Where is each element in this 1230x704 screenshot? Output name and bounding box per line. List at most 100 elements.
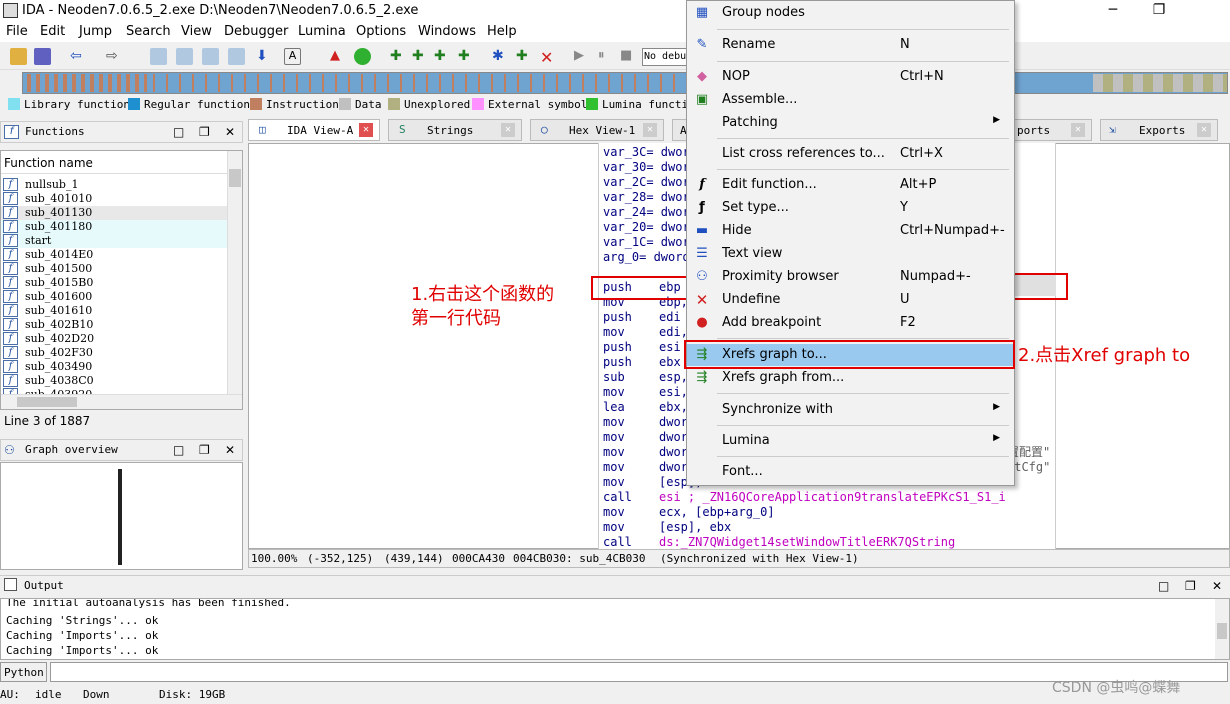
panel-close-button[interactable]: ✕ bbox=[225, 443, 235, 457]
code-line[interactable]: mov edi, bbox=[603, 325, 688, 340]
panel-float-button[interactable]: ❐ bbox=[199, 125, 210, 139]
menu-help[interactable]: Help bbox=[487, 24, 517, 39]
panel-float-button[interactable]: ❐ bbox=[199, 443, 210, 457]
tab-ida-view-a[interactable]: ◫ IDA View-A ✕ bbox=[248, 119, 380, 141]
back-arrow-icon[interactable]: ⇦ bbox=[70, 48, 87, 65]
menu-rename[interactable]: ✎ Rename N bbox=[687, 34, 1014, 56]
save-icon[interactable] bbox=[34, 48, 51, 65]
menu-undefine[interactable]: ✕ Undefine U bbox=[687, 289, 1014, 311]
menu-set-type[interactable]: ƒ Set type... Y bbox=[687, 197, 1014, 219]
tab-imports[interactable]: ports ✕ bbox=[1012, 119, 1092, 141]
delete-x-icon[interactable]: ✕ bbox=[540, 48, 557, 67]
tab-close-icon[interactable]: ✕ bbox=[501, 123, 515, 137]
menu-hide[interactable]: ▬ Hide Ctrl+Numpad+- bbox=[687, 220, 1014, 242]
green-circle-icon[interactable] bbox=[354, 48, 371, 65]
code-line[interactable]: mov[esp], ebx bbox=[603, 520, 731, 535]
function-row[interactable]: f sub_402B10 bbox=[1, 318, 227, 332]
function-row[interactable]: f sub_401600 bbox=[1, 290, 227, 304]
play-icon[interactable]: ▶ bbox=[574, 48, 591, 65]
function-row[interactable]: f sub_4015B0 bbox=[1, 276, 227, 290]
menu-synchronize-with[interactable]: Synchronize with ▶ bbox=[687, 399, 1014, 421]
tab-close-icon[interactable]: ✕ bbox=[1197, 123, 1211, 137]
menu-patching[interactable]: Patching ▶ bbox=[687, 112, 1014, 134]
menu-debugger[interactable]: Debugger bbox=[224, 24, 288, 39]
var-decl[interactable]: var_2C= dwor bbox=[603, 175, 690, 190]
panel-maximize-button[interactable]: □ bbox=[173, 443, 184, 457]
panel-close-button[interactable]: ✕ bbox=[225, 125, 235, 139]
function-row[interactable]: f sub_401500 bbox=[1, 262, 227, 276]
forward-arrow-icon[interactable]: ⇨ bbox=[106, 48, 123, 65]
vertical-scrollbar[interactable] bbox=[227, 151, 242, 394]
function-row[interactable]: f start bbox=[1, 234, 227, 248]
code-line[interactable]: mov esi, bbox=[603, 385, 688, 400]
debugger-select[interactable]: No debu bbox=[642, 48, 687, 66]
add-xref-icon[interactable]: ✱ bbox=[492, 48, 509, 65]
menu-windows[interactable]: Windows bbox=[418, 24, 476, 39]
menu-list-xrefs[interactable]: List cross references to... Ctrl+X bbox=[687, 143, 1014, 165]
tab-strings[interactable]: S Strings ✕ bbox=[388, 119, 522, 141]
code-line[interactable]: mov dwor bbox=[603, 415, 688, 430]
function-row[interactable]: f sub_403490 bbox=[1, 360, 227, 374]
panel-maximize-button[interactable]: □ bbox=[1158, 579, 1169, 593]
binary-search-icon[interactable] bbox=[150, 48, 167, 65]
search-immediate-icon[interactable] bbox=[228, 48, 245, 65]
tab-close-icon[interactable]: ✕ bbox=[1071, 123, 1085, 137]
menu-add-breakpoint[interactable]: ● Add breakpoint F2 bbox=[687, 312, 1014, 334]
menu-assemble[interactable]: ▣ Assemble... bbox=[687, 89, 1014, 111]
function-row[interactable]: f sub_401010 bbox=[1, 192, 227, 206]
function-row[interactable]: f sub_4038C0 bbox=[1, 374, 227, 388]
code-line[interactable]: mov dwor bbox=[603, 460, 688, 475]
tab-hex-view-1[interactable]: ◯ Hex View-1 ✕ bbox=[530, 119, 664, 141]
menu-lumina[interactable]: Lumina bbox=[298, 24, 346, 39]
text-a-icon[interactable]: A bbox=[284, 48, 301, 65]
code-line[interactable]: call esi ; _ZN16QCoreApplication9translat… bbox=[603, 490, 1006, 505]
navigation-band[interactable] bbox=[22, 72, 1228, 94]
tab-close-icon[interactable]: ✕ bbox=[359, 123, 373, 137]
add-func-icon[interactable]: ✚ bbox=[458, 48, 475, 65]
code-line[interactable]: push esi bbox=[603, 340, 681, 355]
tab-exports[interactable]: ⇲ Exports ✕ bbox=[1100, 119, 1218, 141]
function-row[interactable]: f sub_401610 bbox=[1, 304, 227, 318]
horizontal-scrollbar[interactable] bbox=[1, 394, 242, 409]
menu-nop[interactable]: ◆ NOP Ctrl+N bbox=[687, 66, 1014, 88]
code-line[interactable]: call ds:_ZN7QWidget14setWindowTitleERK7QS… bbox=[603, 535, 955, 550]
var-decl[interactable]: var_3C= dwor bbox=[603, 145, 690, 160]
column-function-name[interactable]: Function name bbox=[4, 156, 93, 170]
restore-button[interactable]: ❐ bbox=[1136, 0, 1182, 22]
tab-close-icon[interactable]: ✕ bbox=[643, 123, 657, 137]
output-console[interactable]: The initial autoanalysis has been finish… bbox=[0, 598, 1230, 660]
search-next-icon[interactable] bbox=[202, 48, 219, 65]
menu-group-nodes[interactable]: ▦ Group nodes bbox=[687, 2, 1014, 24]
code-line[interactable]: mov dwor bbox=[603, 430, 688, 445]
function-row[interactable]: f sub_4014E0 bbox=[1, 248, 227, 262]
var-decl[interactable]: arg_0= dword bbox=[603, 250, 690, 265]
minimize-button[interactable]: ─ bbox=[1090, 0, 1136, 22]
var-decl[interactable]: var_30= dwor bbox=[603, 160, 690, 175]
menu-text-view[interactable]: ☰ Text view bbox=[687, 243, 1014, 265]
function-row[interactable]: f sub_402D20 bbox=[1, 332, 227, 346]
menu-jump[interactable]: Jump bbox=[79, 24, 112, 39]
code-line[interactable]: mov[esp], ebx bbox=[603, 475, 731, 490]
menu-file[interactable]: File bbox=[6, 24, 28, 39]
menu-view[interactable]: View bbox=[181, 24, 212, 39]
code-line[interactable]: push edi bbox=[603, 310, 681, 325]
function-row-selected[interactable]: f sub_401130 bbox=[1, 206, 227, 220]
warning-icon[interactable]: ▲ bbox=[330, 48, 347, 65]
add-name-icon[interactable]: ✚ bbox=[516, 48, 533, 65]
var-decl[interactable]: var_1C= dwor bbox=[603, 235, 690, 250]
menu-options[interactable]: Options bbox=[356, 24, 406, 39]
panel-maximize-button[interactable]: □ bbox=[173, 125, 184, 139]
add-enum-icon[interactable]: ✚ bbox=[434, 48, 451, 65]
menu-lumina[interactable]: Lumina ▶ bbox=[687, 430, 1014, 452]
function-row[interactable]: f nullsub_1 bbox=[1, 178, 227, 192]
stop-icon[interactable]: ■ bbox=[620, 48, 637, 65]
panel-float-button[interactable]: ❐ bbox=[1185, 579, 1196, 593]
code-line[interactable]: lea ebx, bbox=[603, 400, 688, 415]
text-search-icon[interactable] bbox=[176, 48, 193, 65]
function-row[interactable]: f sub_402F30 bbox=[1, 346, 227, 360]
code-line[interactable]: mov dwor bbox=[603, 445, 688, 460]
var-decl[interactable]: var_20= dwor bbox=[603, 220, 690, 235]
menu-proximity-browser[interactable]: ⚇ Proximity browser Numpad+- bbox=[687, 266, 1014, 288]
graph-overview[interactable] bbox=[0, 462, 243, 570]
code-line[interactable]: push ebx bbox=[603, 355, 681, 370]
